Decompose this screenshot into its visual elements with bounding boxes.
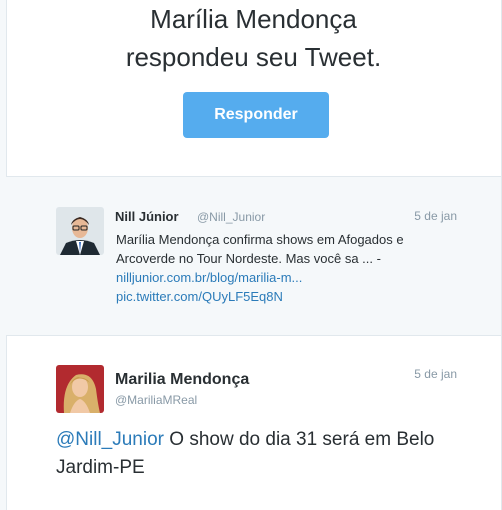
- quoted-tweet-body: Marília Mendonça confirma shows em Afoga…: [116, 232, 404, 266]
- reply-tweet[interactable]: Marilia Mendonça @MariliaMReal 5 de jan …: [6, 335, 501, 510]
- headline-line-2: respondeu seu Tweet.: [125, 42, 382, 72]
- quoted-author-name[interactable]: Nill Júnior: [115, 209, 179, 224]
- reply-tweet-text: @Nill_Junior O show do dia 31 será em Be…: [56, 426, 476, 482]
- headline-line-1: Marília Mendonça: [150, 4, 357, 34]
- quoted-tweet-date[interactable]: 5 de jan: [414, 209, 457, 223]
- quoted-tweet-link[interactable]: nilljunior.com.br/blog/marilia-m...: [116, 268, 456, 287]
- quoted-tweet-media-link[interactable]: pic.twitter.com/QUyLF5Eq8N: [116, 287, 456, 306]
- reply-author-handle[interactable]: @MariliaMReal: [115, 393, 197, 407]
- quoted-tweet-text: Marília Mendonça confirma shows em Afoga…: [116, 230, 456, 306]
- quoted-tweet[interactable]: Nill Júnior @Nill_Junior 5 de jan Maríli…: [6, 176, 501, 336]
- reply-mention-link[interactable]: @Nill_Junior: [56, 429, 164, 450]
- quoted-author-handle[interactable]: @Nill_Junior: [197, 210, 265, 224]
- notification-headline: Marília Mendonça respondeu seu Tweet.: [6, 0, 501, 76]
- reply-button[interactable]: Responder: [183, 92, 329, 138]
- user-avatar-nill[interactable]: [56, 207, 104, 255]
- reply-tweet-date[interactable]: 5 de jan: [414, 367, 457, 381]
- reply-author-name[interactable]: Marilia Mendonça: [115, 371, 249, 389]
- user-avatar-marilia[interactable]: [56, 365, 104, 413]
